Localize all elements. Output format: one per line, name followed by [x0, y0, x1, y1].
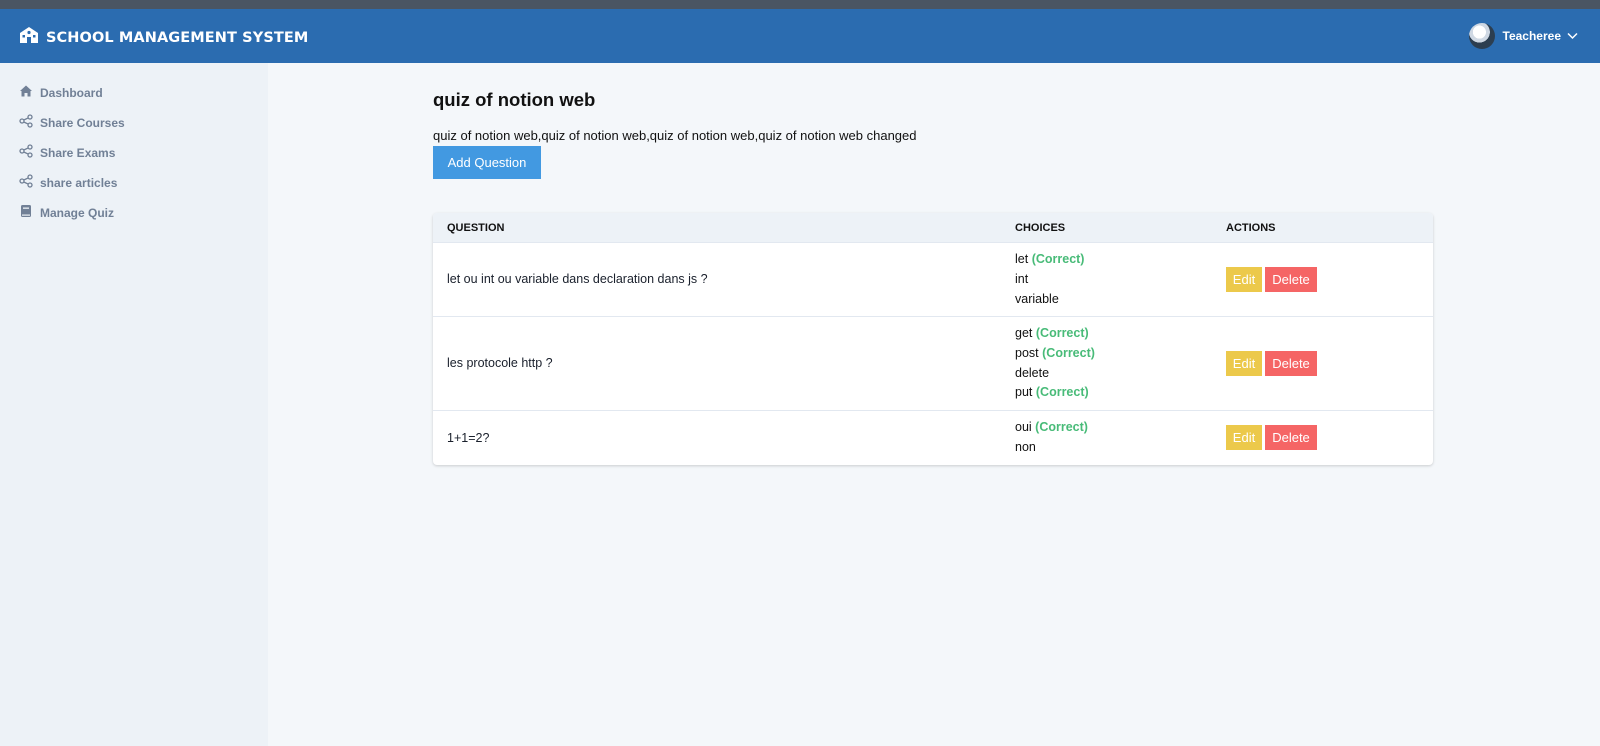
sidebar-item-share-courses[interactable]: Share Courses	[19, 114, 125, 131]
choice-text: put	[1015, 385, 1033, 400]
choice-item: put (Correct)	[1015, 383, 1095, 403]
choices-list: oui (Correct) non	[1015, 418, 1088, 458]
correct-badge: (Correct)	[1035, 385, 1089, 400]
choice-text: int	[1015, 271, 1029, 286]
table-row: let ou int ou variable dans declaration …	[433, 243, 1433, 317]
correct-badge: (Correct)	[1035, 326, 1089, 340]
choice-item: let (Correct)	[1015, 250, 1084, 270]
choice-item: post (Correct)	[1015, 344, 1095, 364]
home-icon	[19, 84, 33, 101]
delete-button[interactable]: Delete	[1265, 425, 1317, 450]
choice-item: variable	[1015, 290, 1084, 310]
school-icon	[19, 26, 39, 49]
question-text: les protocole http ?	[447, 356, 553, 370]
choice-item: int	[1015, 270, 1084, 290]
choices-list: get (Correct) post (Correct) delete put …	[1015, 324, 1095, 403]
sidebar-item-dashboard[interactable]: Dashboard	[19, 84, 103, 101]
correct-badge: (Correct)	[1031, 252, 1085, 266]
share-icon	[19, 114, 33, 131]
row-actions: Edit Delete	[1226, 267, 1317, 292]
correct-badge: (Correct)	[1042, 345, 1095, 360]
sidebar-item-manage-quiz[interactable]: Manage Quiz	[19, 204, 114, 221]
choice-item: get (Correct)	[1015, 324, 1095, 344]
share-icon	[19, 144, 33, 161]
sidebar: Dashboard Share Courses Share Exams shar…	[0, 63, 268, 746]
add-question-button[interactable]: Add Question	[433, 146, 541, 179]
choices-list: let (Correct) int variable	[1015, 250, 1084, 309]
user-name: Teacheree	[1502, 29, 1561, 43]
header-actions: ACTIONS	[1226, 222, 1276, 234]
edit-button[interactable]: Edit	[1226, 267, 1262, 292]
table-row: 1+1=2? oui (Correct) non Edit Delete	[433, 411, 1433, 465]
quiz-description: quiz of notion web,quiz of notion web,qu…	[433, 128, 917, 143]
header-question: QUESTION	[447, 222, 505, 234]
main-content: quiz of notion web quiz of notion web,qu…	[268, 63, 1600, 746]
book-icon	[19, 204, 33, 221]
browser-top-strip	[0, 0, 1600, 9]
choice-text: variable	[1015, 291, 1059, 306]
question-text: 1+1=2?	[447, 431, 490, 445]
row-actions: Edit Delete	[1226, 425, 1317, 450]
choice-item: oui (Correct)	[1015, 418, 1088, 438]
delete-button[interactable]: Delete	[1265, 351, 1317, 376]
row-actions: Edit Delete	[1226, 351, 1317, 376]
choice-text: get	[1015, 326, 1033, 340]
sidebar-item-share-articles[interactable]: share articles	[19, 174, 117, 191]
choice-text: non	[1015, 439, 1036, 454]
sidebar-item-label: share articles	[40, 175, 118, 190]
brand[interactable]: SCHOOL MANAGEMENT SYSTEM	[19, 26, 308, 49]
header-choices: CHOICES	[1015, 222, 1066, 234]
edit-button[interactable]: Edit	[1226, 351, 1262, 376]
sidebar-item-label: Dashboard	[40, 85, 103, 100]
correct-badge: (Correct)	[1035, 420, 1088, 434]
sidebar-item-share-exams[interactable]: Share Exams	[19, 144, 115, 161]
app-title: SCHOOL MANAGEMENT SYSTEM	[46, 29, 309, 46]
sidebar-item-label: Share Exams	[40, 145, 116, 160]
page-title: quiz of notion web	[433, 89, 596, 110]
delete-button[interactable]: Delete	[1265, 267, 1317, 292]
choice-item: non	[1015, 438, 1088, 458]
edit-button[interactable]: Edit	[1226, 425, 1262, 450]
avatar	[1468, 23, 1495, 49]
table-header: QUESTION CHOICES ACTIONS	[433, 213, 1433, 243]
share-icon	[19, 174, 33, 191]
choice-text: delete	[1015, 365, 1050, 380]
questions-table: QUESTION CHOICES ACTIONS let ou int ou v…	[433, 213, 1433, 465]
choice-item: delete	[1015, 364, 1095, 384]
question-text: let ou int ou variable dans declaration …	[447, 272, 708, 286]
top-navbar: SCHOOL MANAGEMENT SYSTEM Teacheree	[0, 9, 1600, 63]
table-row: les protocole http ? get (Correct) post …	[433, 317, 1433, 411]
user-menu[interactable]: Teacheree	[1468, 23, 1578, 49]
choice-text: let	[1015, 252, 1029, 266]
sidebar-item-label: Manage Quiz	[40, 205, 115, 220]
choice-text: oui	[1015, 420, 1032, 434]
chevron-down-icon	[1567, 27, 1578, 45]
choice-text: post	[1015, 345, 1039, 360]
sidebar-item-label: Share Courses	[40, 115, 125, 130]
